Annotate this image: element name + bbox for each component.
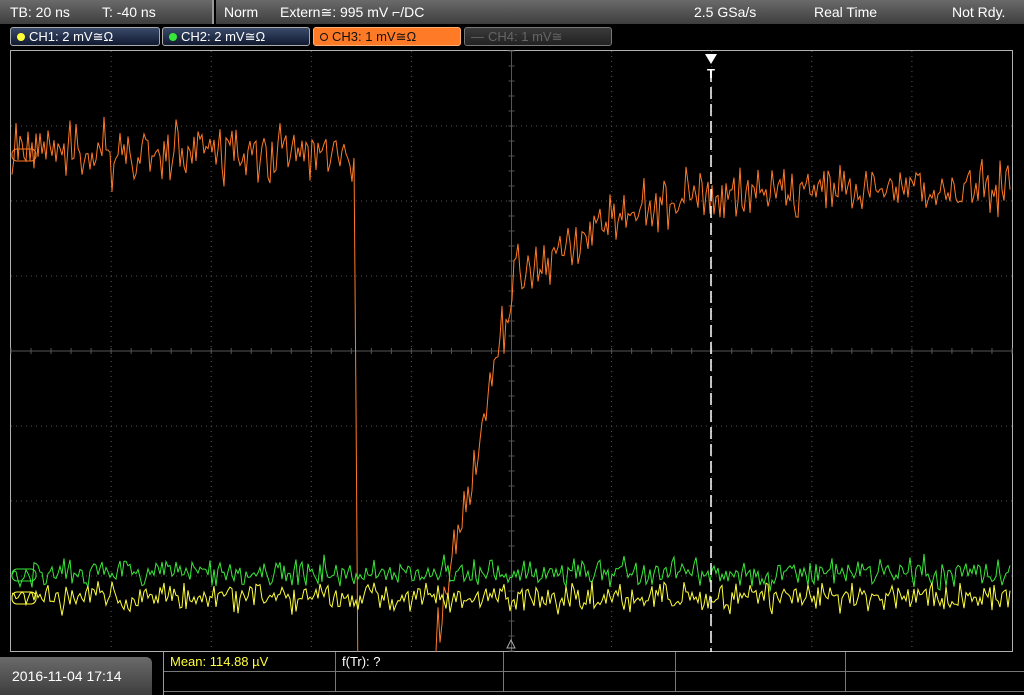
measurement-slot-3 xyxy=(504,652,676,672)
grid-lines xyxy=(10,50,1013,652)
date-time: 2016-11-04 17:14 xyxy=(0,657,152,695)
measurement-slot-10 xyxy=(846,672,1024,692)
measurement-slot-6 xyxy=(164,672,336,692)
measurement-slot-9 xyxy=(676,672,846,692)
mean-measurement: Mean: 114.88 µV xyxy=(164,652,336,672)
trigger-arrow-icon[interactable] xyxy=(705,54,717,64)
ftr-measurement: f(Tr): ? xyxy=(336,652,504,672)
measurement-slot-7 xyxy=(336,672,504,692)
waveform-canvas: T xyxy=(10,50,1013,694)
measurement-slot-8 xyxy=(504,672,676,692)
measurement-panel[interactable]: Mean: 114.88 µV f(Tr): ? xyxy=(163,652,1024,695)
measurement-slot-4 xyxy=(676,652,846,672)
measurement-slot-5 xyxy=(846,652,1024,672)
trigger-marker: T xyxy=(707,66,715,81)
